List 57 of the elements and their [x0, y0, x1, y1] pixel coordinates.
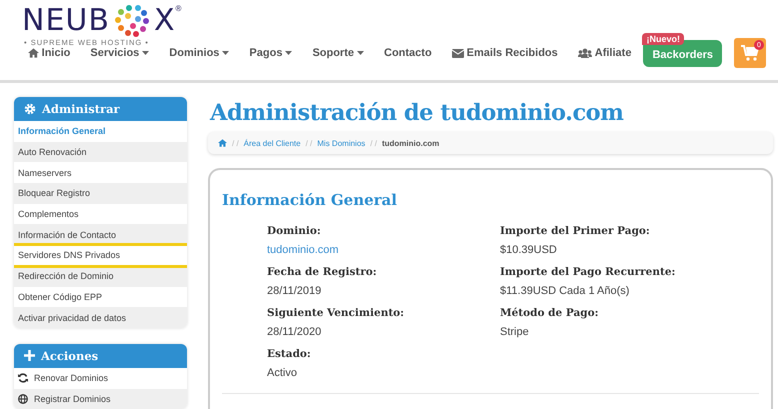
nav-link[interactable]: Servicios — [80, 47, 160, 59]
field-label: Siguiente Vencimiento: — [267, 306, 406, 321]
nav-link[interactable]: Soporte — [302, 47, 374, 59]
envelope-icon — [452, 48, 464, 58]
logo-text: X — [154, 4, 176, 38]
registered-mark: ® — [176, 4, 182, 13]
home-icon — [28, 48, 39, 58]
sidebar-item[interactable]: Bloquear Registro — [14, 183, 187, 204]
field-value: $10.39USD — [500, 243, 558, 258]
new-badge: ¡Nuevo! — [642, 32, 684, 44]
page-title: Administración de tudominio.com — [210, 100, 624, 126]
breadcrumb-current: tudominio.com — [382, 138, 440, 148]
field-label: Fecha de Registro: — [267, 265, 378, 280]
panel-title: Acciones — [41, 348, 98, 363]
nav-link[interactable]: Afiliate — [568, 47, 642, 59]
sidebar-item[interactable]: Auto Renovación — [14, 142, 187, 162]
logo-text: NEUB — [22, 4, 110, 38]
field-value: Stripe — [500, 325, 530, 340]
nav-link[interactable]: Inicio — [18, 47, 80, 59]
panel-title: Administrar — [42, 102, 120, 116]
card-title: Información General — [222, 191, 398, 209]
settings-icon — [24, 103, 36, 115]
field-value: 28/11/2020 — [267, 325, 322, 340]
globe-icon — [18, 394, 28, 404]
field-label: Dominio: — [267, 224, 322, 239]
sidebar-item[interactable]: Información General — [14, 121, 187, 142]
plus-icon — [24, 350, 35, 362]
sidebar-item[interactable]: Complementos — [14, 204, 187, 224]
refresh-icon — [18, 373, 28, 384]
field-label: Importe del Pago Recurrente: — [500, 265, 676, 280]
field-value: Activo — [267, 366, 298, 381]
caret-icon — [142, 51, 150, 55]
caret-icon — [222, 51, 230, 55]
field-value: $11.39USD Cada 1 Año(s) — [500, 284, 630, 299]
nav-link[interactable]: Pagos — [239, 47, 302, 59]
caret-icon — [285, 51, 292, 55]
sidebar-item[interactable]: Renovar Dominios — [14, 368, 187, 389]
caret-icon — [357, 51, 364, 55]
breadcrumb-separator: / / — [306, 138, 312, 148]
home-icon[interactable] — [218, 139, 227, 147]
field-label: Importe del Primer Pago: — [500, 224, 651, 239]
nav-link[interactable]: Emails Recibidos — [442, 47, 568, 59]
nav-link[interactable]: Contacto — [374, 47, 442, 59]
sidebar-item[interactable]: Servidores DNS Privados — [14, 245, 187, 266]
sidebar-item[interactable]: Obtener Código EPP — [14, 286, 187, 308]
users-icon — [578, 48, 592, 58]
field-label: Estado: — [267, 347, 312, 362]
sidebar-item[interactable]: Información de Contacto — [14, 224, 187, 246]
sidebar-item[interactable]: Registrar Dominios — [14, 388, 187, 409]
sidebar-item[interactable]: Activar privacidad de datos — [14, 307, 187, 328]
field-label: Método de Pago: — [500, 306, 600, 321]
breadcrumb-separator: / / — [232, 138, 239, 148]
nav-link[interactable]: Dominios — [159, 47, 240, 59]
breadcrumb-separator: / / — [370, 138, 377, 148]
field-value: 28/11/2019 — [267, 284, 322, 299]
cart-icon — [741, 45, 759, 61]
sidebar-item[interactable]: Nameservers — [14, 162, 187, 184]
